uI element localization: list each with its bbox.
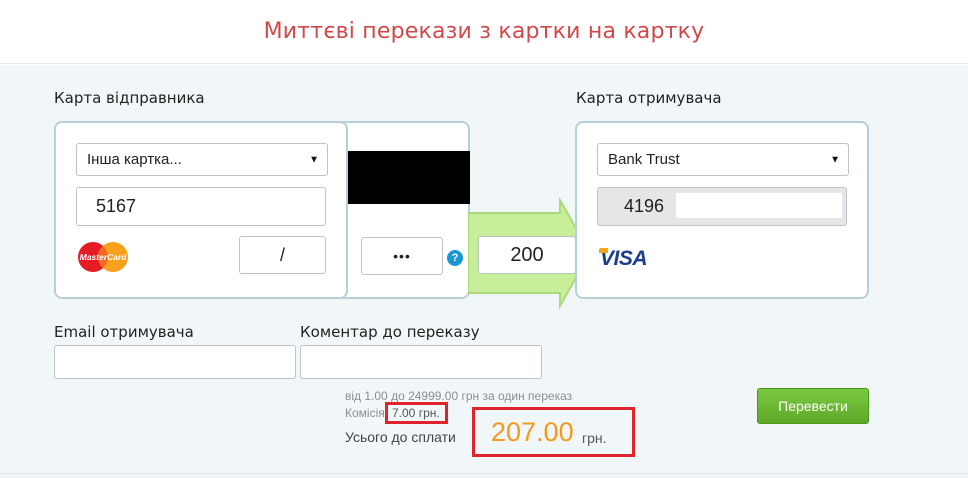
receiver-bank-select-value: Bank Trust <box>608 151 680 168</box>
bottom-divider <box>0 473 968 474</box>
comment-input[interactable] <box>300 345 542 379</box>
transfer-button[interactable]: Перевести <box>757 388 869 424</box>
total-currency: грн. <box>582 430 607 446</box>
commission-label: Комісія <box>345 406 385 420</box>
chevron-down-icon: ▼ <box>309 154 319 165</box>
cvv-input[interactable]: ••• <box>361 237 443 275</box>
chevron-down-icon: ▼ <box>830 154 840 165</box>
sender-card-label: Карта відправника <box>54 89 205 107</box>
expiry-separator: / <box>279 244 285 265</box>
cvv-value: ••• <box>393 248 411 264</box>
magnetic-stripe <box>348 151 470 204</box>
commission-highlight-box <box>385 402 448 424</box>
total-label: Усього до сплати <box>345 429 456 445</box>
receiver-card-number-value: 4196 <box>624 196 665 216</box>
sender-card-select-value: Інша картка... <box>87 151 182 168</box>
receiver-bank-select[interactable]: Bank Trust ▼ <box>597 143 849 176</box>
sender-card-number-value: 5167 <box>96 196 137 216</box>
total-amount: 207.00 <box>491 417 574 447</box>
sender-card-select[interactable]: Інша картка... ▼ <box>76 143 328 176</box>
expiry-date-input[interactable]: / <box>239 236 326 274</box>
cvv-help-icon[interactable]: ? <box>447 250 463 266</box>
help-glyph: ? <box>451 252 459 264</box>
amount-value: 200 <box>510 243 544 266</box>
email-input[interactable] <box>54 345 296 379</box>
comment-label: Коментар до переказу <box>300 323 480 341</box>
visa-logo-accent <box>599 248 608 253</box>
sender-card-number-input[interactable]: 5167 <box>76 187 326 226</box>
mastercard-logo-text: MasterCard <box>80 252 128 262</box>
limits-text: від 1.00 до 24999.00 грн за один переказ <box>345 389 573 403</box>
transfer-page: Миттєві перекази з картки на картку Карт… <box>0 0 968 478</box>
amount-input[interactable]: 200 <box>478 236 576 274</box>
receiver-card-label: Карта отримувача <box>576 89 722 107</box>
page-header: Миттєві перекази з картки на картку <box>0 0 968 64</box>
masked-digits <box>140 190 174 224</box>
email-label: Email отримувача <box>54 323 194 341</box>
page-title: Миттєві перекази з картки на картку <box>263 19 705 44</box>
mastercard-logo-icon: MasterCard <box>78 242 128 272</box>
masked-digits <box>676 193 842 218</box>
